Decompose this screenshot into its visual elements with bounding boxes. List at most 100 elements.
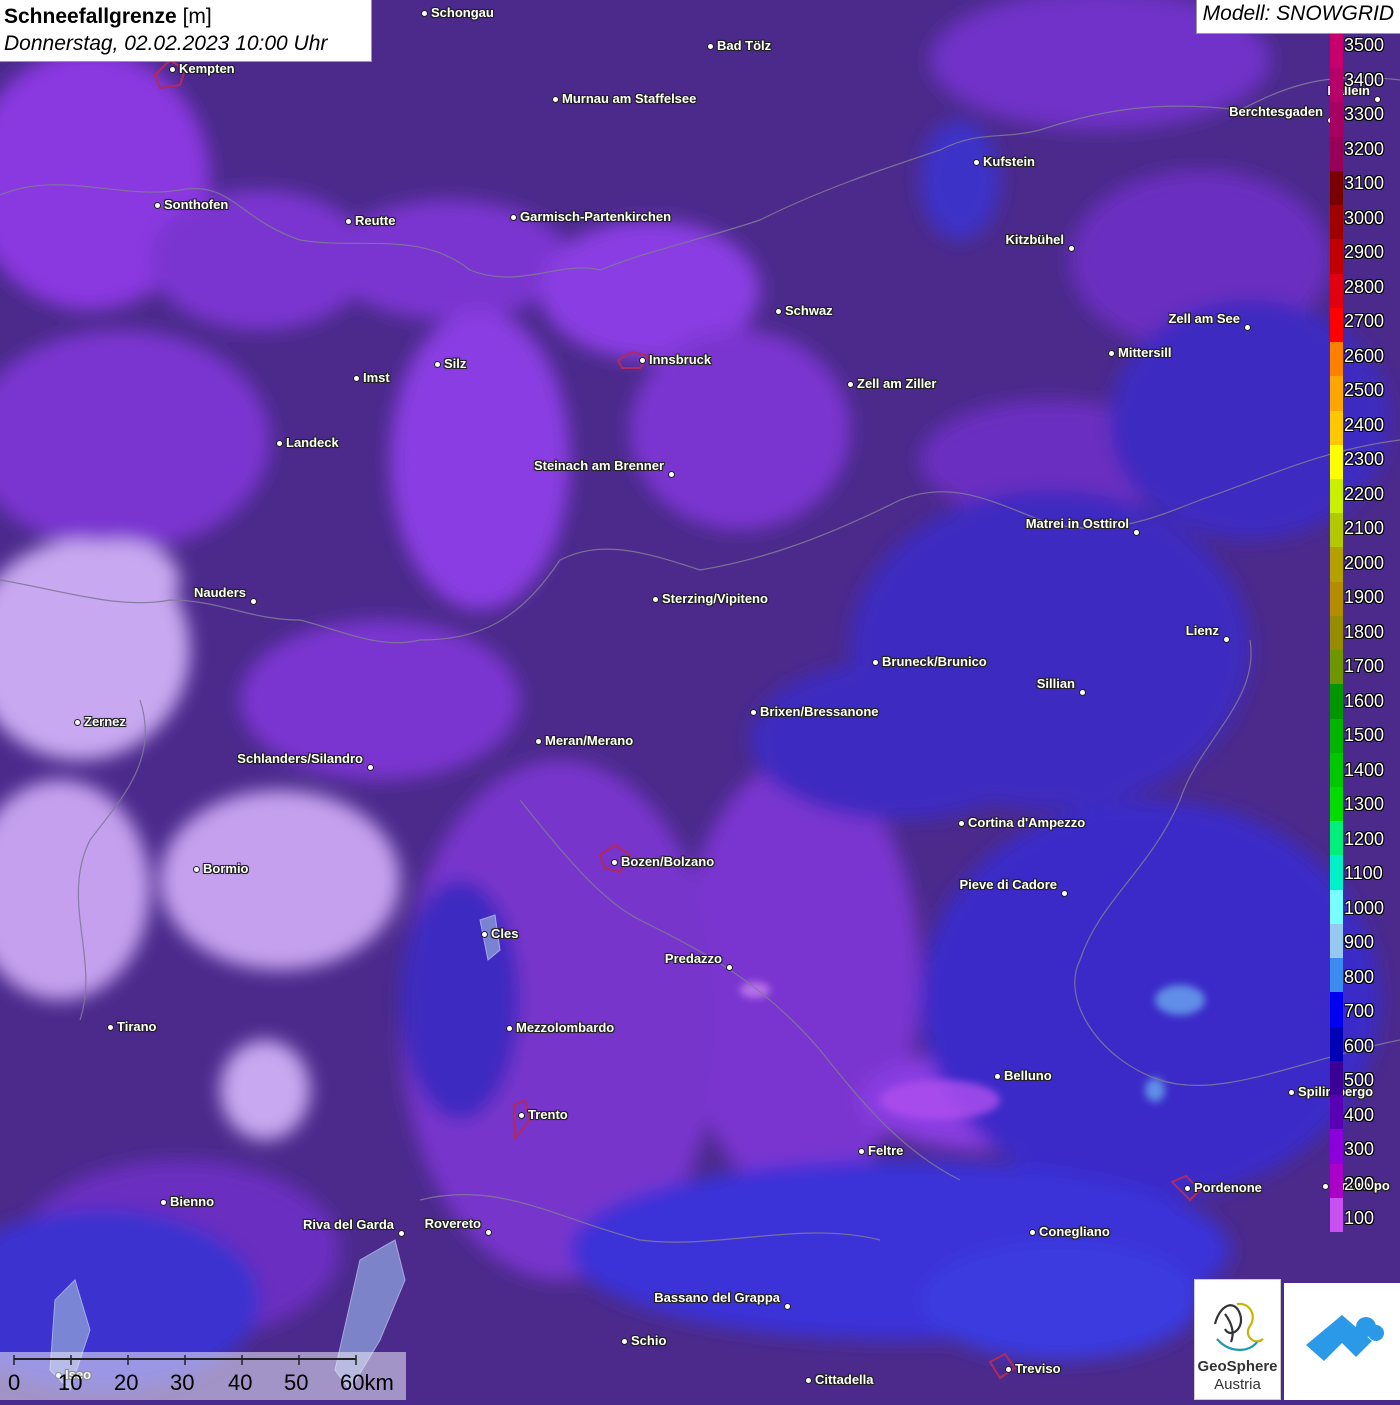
city-marker[interactable] [159, 1198, 167, 1206]
city-marker[interactable] [1321, 1182, 1329, 1190]
legend-swatch [1330, 273, 1343, 309]
legend-swatch [1330, 1163, 1343, 1199]
legend-label: 2700 [1344, 311, 1385, 331]
city-marker[interactable] [509, 213, 517, 221]
city-marker[interactable] [1132, 528, 1140, 536]
city-label: Schongau [431, 5, 494, 20]
city-label: Murnau am Staffelsee [562, 91, 697, 106]
city-marker[interactable] [153, 201, 161, 209]
legend-swatch [1330, 102, 1343, 138]
city-marker[interactable] [1067, 244, 1075, 252]
city-marker[interactable] [638, 356, 646, 364]
city-marker[interactable] [420, 9, 428, 17]
city-marker[interactable] [480, 930, 488, 938]
city-label: Mittersill [1118, 345, 1172, 360]
city-marker[interactable] [871, 658, 879, 666]
legend-label: 700 [1344, 1001, 1375, 1021]
legend-swatch [1330, 205, 1343, 240]
city-marker[interactable] [1078, 688, 1086, 696]
geosphere-name: GeoSphere [1197, 1358, 1278, 1375]
city-label: Kempten [179, 61, 235, 76]
city-marker[interactable] [774, 307, 782, 315]
city-marker[interactable] [344, 217, 352, 225]
city-marker[interactable] [192, 865, 200, 873]
legend-label: 2800 [1344, 276, 1385, 297]
city-marker[interactable] [1107, 349, 1115, 357]
city-marker[interactable] [397, 1229, 405, 1237]
legend-label: 1600 [1344, 690, 1385, 711]
city-label: Lienz [1185, 623, 1219, 638]
legend-label: 400 [1344, 1104, 1375, 1125]
legend-swatch [1330, 136, 1343, 172]
legend-swatch [1330, 170, 1343, 206]
city-marker[interactable] [1183, 1184, 1191, 1192]
color-legend [1330, 34, 1343, 1233]
city-marker[interactable] [106, 1023, 114, 1031]
legend-swatch [1330, 650, 1343, 685]
city-label: Brixen/Bressanone [760, 704, 879, 719]
legend-swatch [1330, 1060, 1343, 1096]
city-label: Schwaz [785, 303, 833, 318]
legend-swatch [1330, 615, 1343, 651]
city-label: Reutte [355, 213, 396, 228]
city-marker[interactable] [1373, 95, 1381, 103]
city-marker[interactable] [517, 1111, 525, 1119]
city-marker[interactable] [505, 1024, 513, 1032]
city-marker[interactable] [651, 595, 659, 603]
city-marker[interactable] [993, 1072, 1001, 1080]
legend-swatch [1330, 718, 1343, 754]
city-marker[interactable] [168, 65, 176, 73]
city-marker[interactable] [352, 374, 360, 382]
city-label: Zell am Ziller [857, 376, 937, 391]
legend-label: 1700 [1344, 656, 1385, 676]
scale-tick-label: 0 [8, 1370, 21, 1395]
city-marker[interactable] [857, 1147, 865, 1155]
city-marker[interactable] [957, 819, 965, 827]
legend-label: 2600 [1344, 345, 1385, 366]
scale-tick-label: 40 [228, 1370, 253, 1395]
city-label: Innsbruck [649, 352, 712, 367]
city-marker[interactable] [433, 360, 441, 368]
city-marker[interactable] [804, 1376, 812, 1384]
city-label: Pieve di Cadore [959, 877, 1057, 892]
scale-tick-label: 60km [340, 1370, 394, 1395]
city-marker[interactable] [275, 439, 283, 447]
title-box: Schneefallgrenze [m] Donnerstag, 02.02.2… [0, 0, 372, 62]
city-marker[interactable] [972, 158, 980, 166]
legend-label: 1900 [1344, 587, 1385, 607]
legend-label: 800 [1344, 966, 1375, 987]
city-marker[interactable] [749, 708, 757, 716]
map-datetime: Donnerstag, 02.02.2023 10:00 Uhr [4, 32, 328, 55]
city-marker[interactable] [1004, 1365, 1012, 1373]
scale-tick-label: 50 [284, 1370, 309, 1395]
city-marker[interactable] [1243, 323, 1251, 331]
city-marker[interactable] [725, 963, 733, 971]
geosphere-country: Austria [1214, 1376, 1261, 1393]
city-marker[interactable] [1287, 1088, 1295, 1096]
city-marker[interactable] [551, 95, 559, 103]
city-marker[interactable] [249, 597, 257, 605]
legend-label: 2000 [1344, 552, 1385, 573]
city-marker[interactable] [1222, 635, 1230, 643]
city-marker[interactable] [534, 737, 542, 745]
legend-label: 2900 [1344, 242, 1385, 262]
legend-label: 100 [1344, 1208, 1375, 1228]
city-marker[interactable] [73, 718, 81, 726]
city-label: Conegliano [1039, 1224, 1110, 1239]
legend-swatch [1330, 1129, 1343, 1165]
city-marker[interactable] [1060, 889, 1068, 897]
city-marker[interactable] [366, 763, 374, 771]
city-marker[interactable] [1028, 1228, 1036, 1236]
legend-swatch [1330, 581, 1343, 617]
city-marker[interactable] [610, 858, 618, 866]
legend-label: 200 [1344, 1173, 1375, 1194]
city-marker[interactable] [846, 380, 854, 388]
legend-label: 2500 [1344, 380, 1385, 400]
city-marker[interactable] [706, 42, 714, 50]
legend-swatch [1330, 992, 1343, 1028]
city-marker[interactable] [667, 470, 675, 478]
legend-label: 600 [1344, 1035, 1375, 1056]
city-marker[interactable] [783, 1302, 791, 1310]
city-marker[interactable] [620, 1337, 628, 1345]
city-marker[interactable] [484, 1228, 492, 1236]
